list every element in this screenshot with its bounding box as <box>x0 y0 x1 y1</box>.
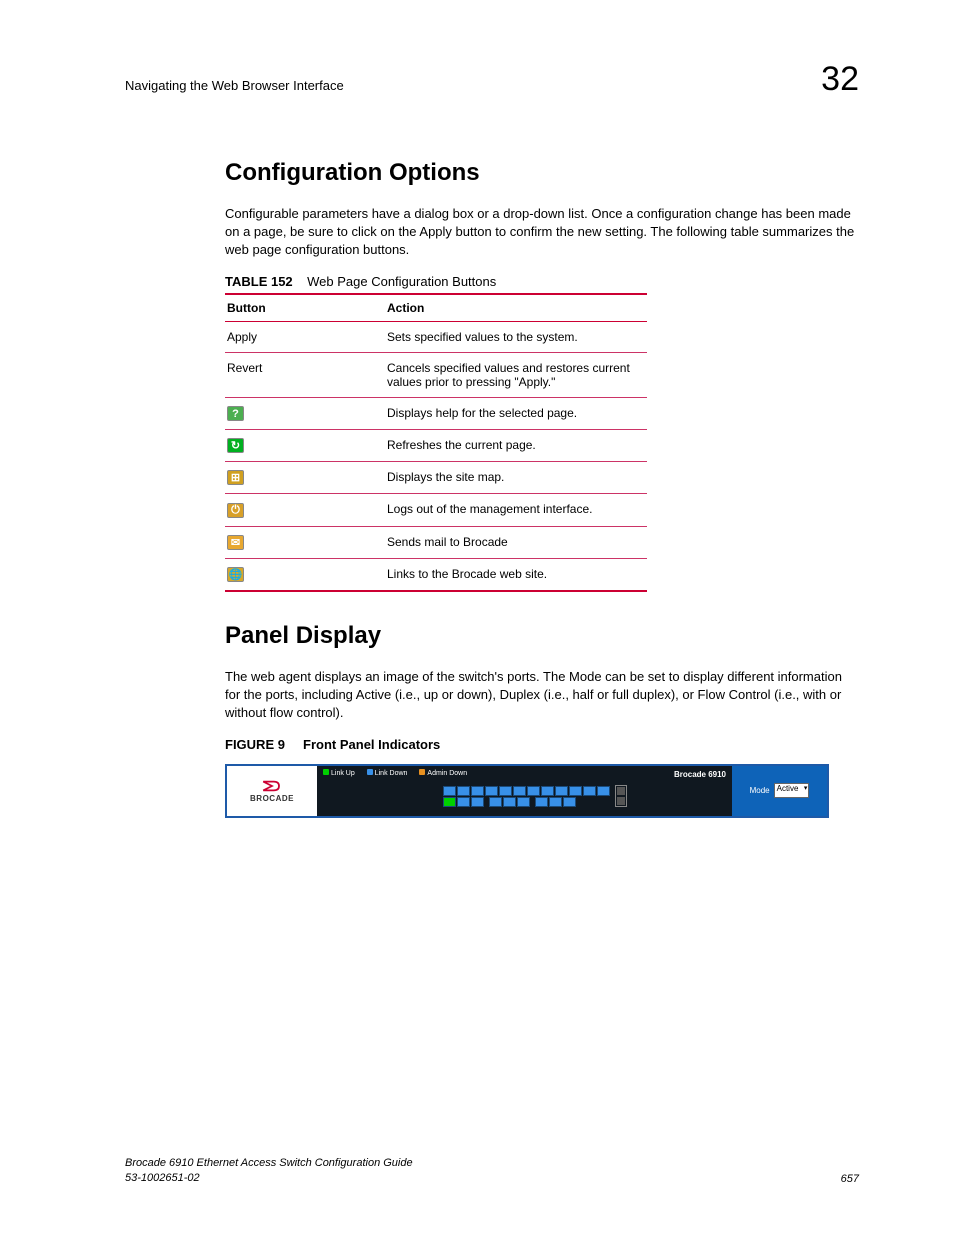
port-icon <box>569 786 582 796</box>
port-icon <box>535 797 548 807</box>
port-icon <box>503 797 516 807</box>
chapter-number: 32 <box>821 60 859 99</box>
legend-down: Link Down <box>375 770 408 777</box>
figure-label: FIGURE 9 <box>225 737 285 752</box>
footer-doc-title: Brocade 6910 Ethernet Access Switch Conf… <box>125 1156 413 1170</box>
port-icon <box>471 797 484 807</box>
help-icon: ? <box>227 406 244 421</box>
action-logout: Logs out of the management interface. <box>385 494 647 527</box>
table-row: ⏻ Logs out of the management interface. <box>225 494 647 527</box>
action-help: Displays help for the selected page. <box>385 397 647 430</box>
table-row: Apply Sets specified values to the syste… <box>225 321 647 352</box>
sfp-slot <box>615 785 627 807</box>
breadcrumb: Navigating the Web Browser Interface <box>125 78 344 93</box>
ports-row-bottom <box>443 797 610 807</box>
figure-title: Front Panel Indicators <box>303 737 440 752</box>
swatch-link-down <box>367 769 373 775</box>
section-title-panel: Panel Display <box>225 622 859 650</box>
footer-doc-number: 53-1002651-02 <box>125 1171 413 1185</box>
legend-admin: Admin Down <box>427 770 467 777</box>
port-icon <box>471 786 484 796</box>
section-paragraph-panel: The web agent displays an image of the s… <box>225 668 859 723</box>
mode-dropdown[interactable]: Active <box>774 783 810 798</box>
ports-row-top <box>443 786 610 796</box>
btn-apply: Apply <box>225 321 385 352</box>
table-row: ⊞ Displays the site map. <box>225 462 647 494</box>
port-icon <box>457 786 470 796</box>
model-label: Brocade 6910 <box>674 770 726 779</box>
page-number: 657 <box>841 1173 859 1185</box>
swatch-admin-down <box>419 769 425 775</box>
port-icon <box>443 786 456 796</box>
port-icon <box>583 786 596 796</box>
port-icon <box>549 797 562 807</box>
col-action: Action <box>385 294 647 322</box>
port-icon <box>457 797 470 807</box>
port-icon <box>517 797 530 807</box>
table-title: Web Page Configuration Buttons <box>307 274 496 289</box>
mode-selector: Mode Active <box>732 766 827 816</box>
brocade-mark-icon <box>261 779 283 793</box>
table-caption: TABLE 152 Web Page Configuration Buttons <box>225 274 859 289</box>
action-apply: Sets specified values to the system. <box>385 321 647 352</box>
port-icon <box>563 797 576 807</box>
section-title-config: Configuration Options <box>225 159 859 187</box>
action-revert: Cancels specified values and restores cu… <box>385 352 647 397</box>
mail-icon: ✉ <box>227 535 244 550</box>
action-mail: Sends mail to Brocade <box>385 527 647 559</box>
table-row: ✉ Sends mail to Brocade <box>225 527 647 559</box>
port-icon <box>555 786 568 796</box>
table-label: TABLE 152 <box>225 274 293 289</box>
port-icon <box>489 797 502 807</box>
port-icon <box>513 786 526 796</box>
table-row: ↻ Refreshes the current page. <box>225 430 647 462</box>
port-icon <box>443 797 456 807</box>
port-icon <box>485 786 498 796</box>
figure-caption: FIGURE 9 Front Panel Indicators <box>225 737 859 752</box>
legend-up: Link Up <box>331 770 355 777</box>
port-icon <box>597 786 610 796</box>
ports-area <box>317 778 732 816</box>
action-web: Links to the Brocade web site. <box>385 559 647 592</box>
brocade-text: BROCADE <box>250 794 294 803</box>
action-refresh: Refreshes the current page. <box>385 430 647 462</box>
table-row: ? Displays help for the selected page. <box>225 397 647 430</box>
mode-label: Mode <box>750 786 770 795</box>
btn-revert: Revert <box>225 352 385 397</box>
page-footer: Brocade 6910 Ethernet Access Switch Conf… <box>125 1156 859 1185</box>
table-row: Revert Cancels specified values and rest… <box>225 352 647 397</box>
port-icon <box>499 786 512 796</box>
col-button: Button <box>225 294 385 322</box>
swatch-link-up <box>323 769 329 775</box>
action-sitemap: Displays the site map. <box>385 462 647 494</box>
port-legend: Link Up Link Down Admin Down <box>317 766 732 778</box>
port-icon <box>527 786 540 796</box>
logout-icon: ⏻ <box>227 503 244 518</box>
refresh-icon: ↻ <box>227 438 244 453</box>
globe-icon: 🌐 <box>227 567 244 582</box>
panel-body: Brocade 6910 Link Up Link Down Admin Dow… <box>317 766 732 816</box>
sitemap-icon: ⊞ <box>227 470 244 485</box>
config-buttons-table: Button Action Apply Sets specified value… <box>225 293 647 593</box>
brocade-logo: BROCADE <box>227 766 317 816</box>
port-icon <box>541 786 554 796</box>
table-row: 🌐 Links to the Brocade web site. <box>225 559 647 592</box>
front-panel: BROCADE Brocade 6910 Link Up Link Down A… <box>225 764 829 818</box>
section-paragraph-config: Configurable parameters have a dialog bo… <box>225 205 859 260</box>
